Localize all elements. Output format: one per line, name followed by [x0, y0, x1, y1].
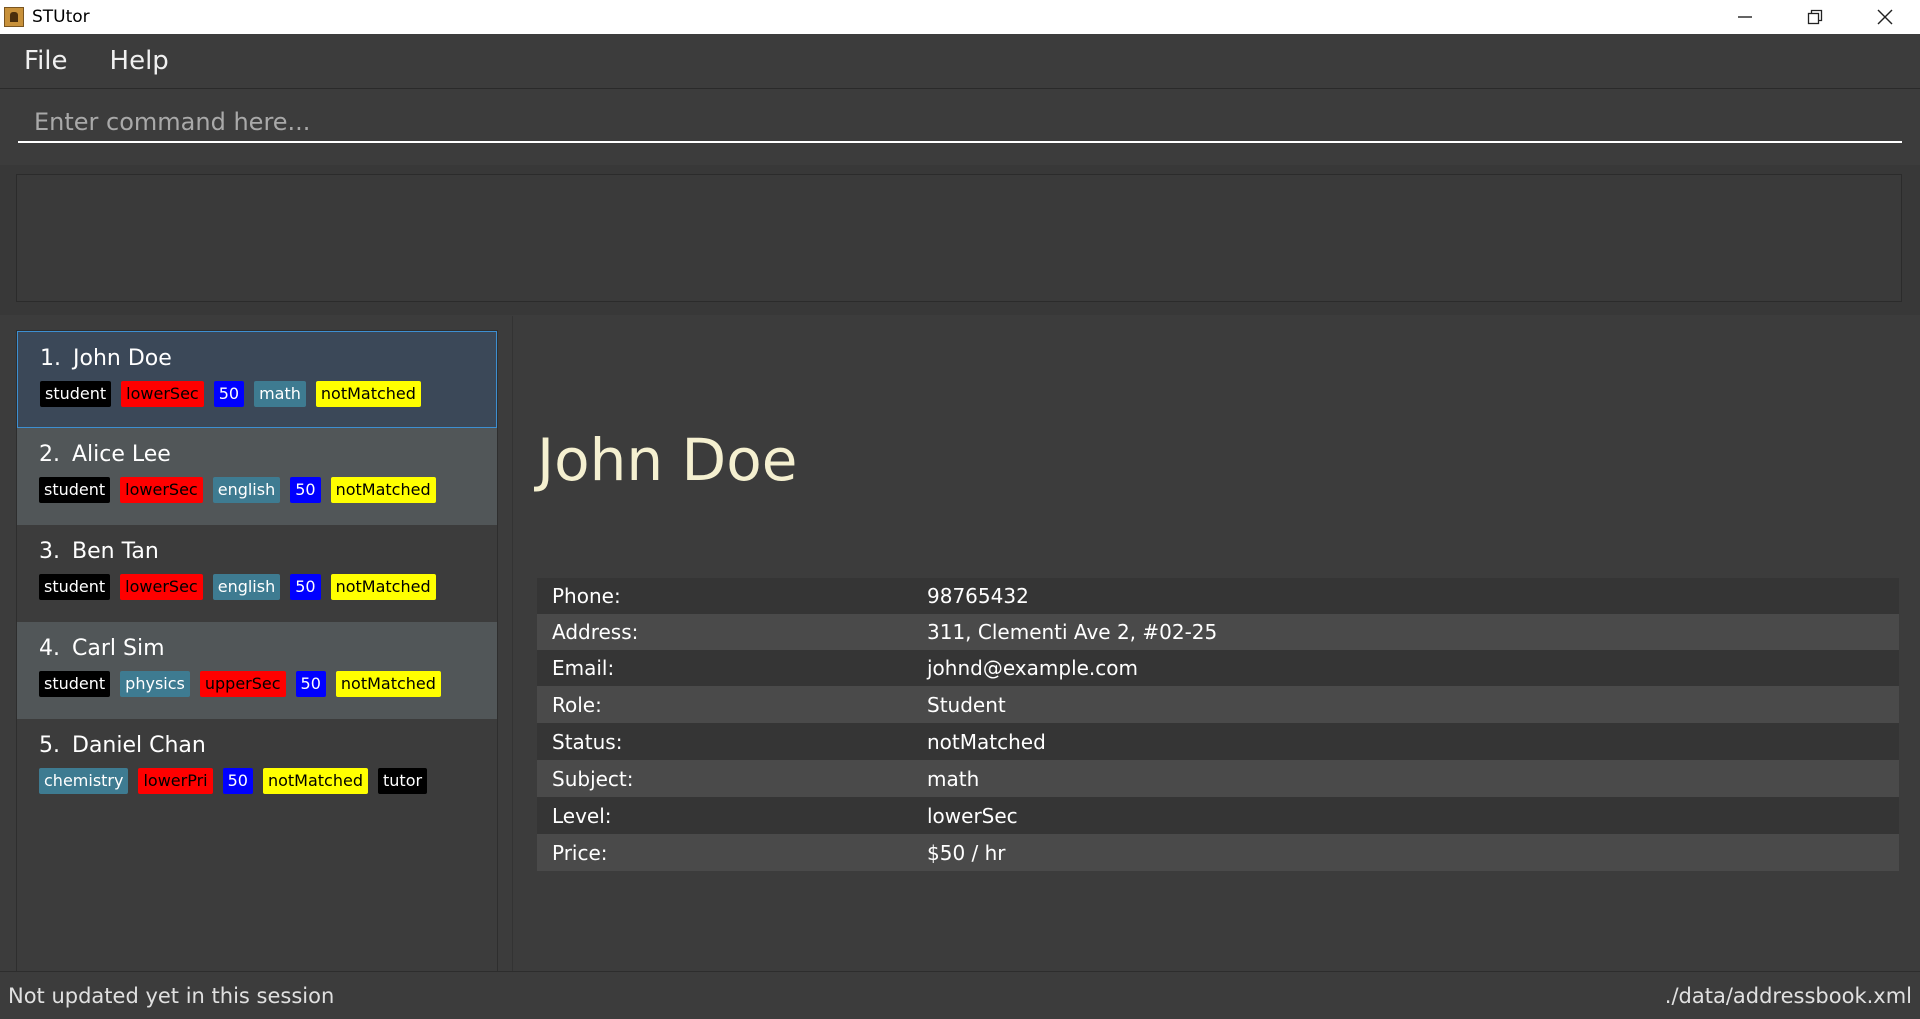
tag-blue: 50 — [222, 768, 253, 794]
person-name: Alice Lee — [72, 442, 171, 467]
tag-list: student lowerSec english 50 notMatched — [39, 477, 497, 503]
menu-help[interactable]: Help — [110, 46, 169, 76]
result-display — [16, 174, 1902, 302]
detail-label: Level: — [552, 803, 612, 828]
detail-label: Email: — [552, 656, 615, 680]
person-card-name: 2. Alice Lee — [39, 442, 497, 467]
detail-table: Phone: 98765432 Address: 311, Clementi Ave … — [537, 578, 1899, 871]
tag-blue: 50 — [290, 574, 321, 600]
tag-list: student lowerSec english 50 notMatched — [39, 574, 497, 600]
person-name: Ben Tan — [72, 539, 159, 564]
menu-file[interactable]: File — [24, 46, 68, 76]
tag-black: student — [39, 671, 111, 697]
tag-red: lowerSec — [120, 574, 203, 600]
person-card-name: 3. Ben Tan — [39, 539, 497, 564]
detail-label: Price: — [552, 840, 608, 865]
detail-value: notMatched — [927, 729, 1046, 754]
status-bar: Not updated yet in this session ./data/a… — [0, 971, 1920, 1019]
person-card[interactable]: 1. John Doe student lowerSec 50 math notMatche… — [17, 331, 497, 428]
person-card-name: 1. John Doe — [40, 346, 496, 371]
person-name: Daniel Chan — [72, 733, 206, 758]
detail-row: Subject: math — [537, 760, 1899, 797]
tag-yellow: notMatched — [335, 671, 441, 697]
person-name: John Doe — [73, 346, 172, 371]
tag-black: student — [39, 574, 111, 600]
person-card[interactable]: 4. Carl Sim student physics upperSec 50 notMat… — [17, 622, 497, 719]
tag-blue: 50 — [295, 671, 326, 697]
tag-red: lowerSec — [121, 381, 204, 407]
detail-value: johnd@example.com — [927, 656, 1138, 680]
person-card[interactable]: 2. Alice Lee student lowerSec english 50 notMa… — [17, 428, 497, 525]
tag-list: chemistry lowerPri 50 notMatched tutor — [39, 768, 497, 794]
window-controls — [1710, 0, 1920, 34]
tag-black: student — [39, 477, 111, 503]
detail-value: 311, Clementi Ave 2, #02-25 — [927, 620, 1218, 644]
tag-yellow: notMatched — [330, 574, 436, 600]
person-list[interactable]: 1. John Doe student lowerSec 50 math notMatche… — [16, 330, 498, 972]
app-icon — [4, 7, 24, 27]
tag-teal: english — [212, 477, 281, 503]
window-title: STUtor — [32, 7, 90, 27]
close-icon[interactable] — [1850, 0, 1920, 34]
person-index: 1. — [40, 346, 61, 371]
detail-row: Email: johnd@example.com — [537, 650, 1899, 686]
save-location: ./data/addressbook.xml — [1664, 983, 1912, 1008]
detail-row: Phone: 98765432 — [537, 578, 1899, 614]
person-card-name: 4. Carl Sim — [39, 636, 497, 661]
person-list-panel: 1. John Doe student lowerSec 50 math notMatche… — [0, 316, 513, 972]
tag-teal: chemistry — [39, 768, 129, 794]
person-name: Carl Sim — [72, 636, 165, 661]
menu-bar: File Help — [0, 34, 1920, 89]
tag-red: lowerSec — [120, 477, 203, 503]
tag-yellow: notMatched — [330, 477, 436, 503]
command-input[interactable] — [18, 103, 1902, 143]
detail-value: lowerSec — [927, 803, 1018, 828]
detail-name: John Doe — [537, 426, 798, 494]
person-card[interactable]: 3. Ben Tan student lowerSec english 50 notMatc… — [17, 525, 497, 622]
tag-teal: english — [212, 574, 281, 600]
detail-row: Role: Student — [537, 686, 1899, 723]
person-index: 3. — [39, 539, 60, 564]
minimize-icon[interactable] — [1710, 0, 1780, 34]
tag-blue: 50 — [213, 381, 245, 407]
person-index: 2. — [39, 442, 60, 467]
detail-label: Role: — [552, 692, 602, 717]
command-box — [0, 88, 1920, 166]
tag-list: student lowerSec 50 math notMatched — [40, 381, 496, 407]
detail-label: Phone: — [552, 584, 621, 608]
tag-red: lowerPri — [138, 768, 213, 794]
detail-value: Student — [927, 692, 1006, 717]
person-index: 4. — [39, 636, 60, 661]
title-bar: STUtor — [0, 0, 1920, 34]
person-detail-panel: John Doe Phone: 98765432 Address: 311, Clem… — [513, 316, 1920, 971]
tag-yellow: notMatched — [315, 381, 421, 407]
detail-row: Status: notMatched — [537, 723, 1899, 760]
tag-red: upperSec — [199, 671, 286, 697]
tag-teal: physics — [120, 671, 190, 697]
tag-black: student — [40, 381, 112, 407]
person-card[interactable]: 5. Daniel Chan chemistry lowerPri 50 notMatch… — [17, 719, 497, 816]
result-display-area — [0, 165, 1920, 315]
detail-value: math — [927, 766, 980, 791]
detail-row: Address: 311, Clementi Ave 2, #02-25 — [537, 614, 1899, 650]
detail-value: $50 / hr — [927, 840, 1006, 865]
tag-black: tutor — [378, 768, 428, 794]
detail-row: Price: $50 / hr — [537, 834, 1899, 871]
person-index: 5. — [39, 733, 60, 758]
detail-value: 98765432 — [927, 584, 1029, 608]
detail-label: Status: — [552, 729, 623, 754]
person-card-name: 5. Daniel Chan — [39, 733, 497, 758]
detail-label: Subject: — [552, 766, 634, 791]
sync-status: Not updated yet in this session — [8, 983, 335, 1008]
tag-blue: 50 — [290, 477, 321, 503]
detail-row: Level: lowerSec — [537, 797, 1899, 834]
tag-yellow: notMatched — [262, 768, 368, 794]
detail-label: Address: — [552, 620, 639, 644]
tag-list: student physics upperSec 50 notMatched — [39, 671, 497, 697]
tag-teal: math — [254, 381, 306, 407]
restore-icon[interactable] — [1780, 0, 1850, 34]
